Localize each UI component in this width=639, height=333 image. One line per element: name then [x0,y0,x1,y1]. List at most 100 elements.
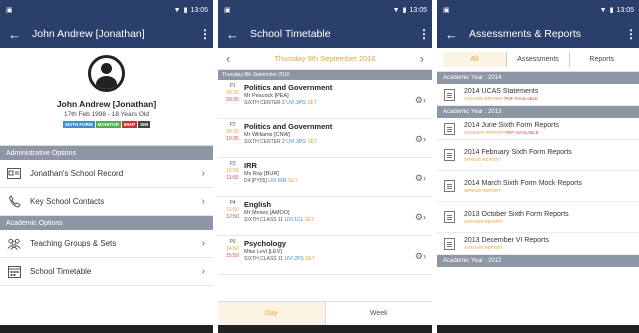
room-line: SIXTH CLASS 11 UVI.1CL SET [244,217,406,223]
page-title: Assessments & Reports [469,28,582,40]
back-arrow-icon[interactable]: ← [445,27,463,42]
tab-reports[interactable]: Reports [570,52,633,67]
section-header-admin: Administrative Options [0,146,213,160]
view-tabs: Day Week [218,301,432,325]
lesson-row[interactable]: P3 10:55 11:50 IRR Ms Ray [BUR] D4 [PY55] UVI… [218,158,432,197]
menu-item-timetable[interactable]: School Timetable › [0,258,213,286]
report-row[interactable]: 2014 March Sixth Form Mock Reports SPRING… [437,171,639,202]
section-header-academic: Academic Options [0,216,213,230]
lesson-row[interactable]: P1 09:35 09:35 Politics and Government Mr Pe… [218,80,432,119]
back-arrow-icon[interactable]: ← [226,27,244,42]
period-label: P1 [229,83,236,89]
chevron-right-icon: › [201,196,205,207]
subject-name: Psychology [244,239,287,248]
badge-row: SIXTH FORM MONITOR IMAP SMI [0,121,213,128]
report-list: Academic Year : 2014 2014 UCAS Statements… [437,72,639,267]
report-row[interactable]: 2014 UCAS Statements AUTUMN REPORT PDF AV… [437,84,639,106]
academic-year-header: Academic Year : 2012 [437,255,639,267]
report-row[interactable]: 2014 June Sixth Form Reports SUMMER REPOR… [437,118,639,140]
room-name: SIXTH CLASS 11 [244,256,284,262]
document-icon [444,237,455,250]
group-code: UVI.1CL [284,217,304,223]
report-type: REPORT [484,96,504,101]
room-name: SIXTH CENTER 2 [244,100,285,106]
pdf-available: PDF AVAILABLE [504,96,538,101]
prev-day-icon[interactable]: ‹ [226,51,230,66]
teacher-name: Miss Levi [LEV] [244,249,282,255]
report-title: 2013 October Sixth Form Reports [464,210,569,218]
period-label: P3 [229,161,236,167]
app-bar: ← School Timetable ⋮ [218,20,432,48]
document-icon [444,122,455,135]
battery-icon: ▮ [183,7,188,14]
lesson-times: P4 11:50 12:50 [224,200,241,235]
tab-day[interactable]: Day [218,302,325,325]
overflow-menu-icon[interactable]: ⋮ [418,27,430,41]
menu-item-teaching-groups[interactable]: Teaching Groups & Sets › [0,230,213,258]
end-time: 10:35 [226,136,239,142]
lesson-row[interactable]: P4 11:50 12:50 English Mr Moses [AMOO] SIXTH … [218,197,432,236]
current-date: Thursday 8th September 2016 [274,54,376,63]
nav-bar [437,325,639,333]
group-detail-icon: ⚙› [414,173,426,183]
lesson-row[interactable]: P6 14:50 15:50 Psychology Miss Levi [LEV] SIX… [218,236,432,275]
group-detail-icon: ⚙› [414,251,426,261]
group-code: UVI.3PG [286,139,306,145]
start-time: 10:55 [226,168,239,174]
student-profile-screen: ▣ ▼ ▮ 13:05 ← John Andrew [Jonathan] ⋮ Joh… [0,0,213,333]
report-type: REPORT [482,187,502,193]
document-icon [444,149,455,161]
report-row[interactable]: 2013 December VI Reports AUTUMN REPORT [437,233,639,255]
report-info: 2014 March Sixth Form Mock Reports SPRING… [464,180,633,193]
period-label: P4 [229,200,236,206]
battery-icon: ▮ [402,7,407,14]
menu-item-school-record[interactable]: Jonathan's School Record › [0,160,213,188]
page-title: John Andrew [Jonathan] [32,28,145,40]
lesson-info: Psychology Miss Levi [LEV] SIXTH CLASS 11 … [241,239,406,274]
group-detail-icon: ⚙› [414,134,426,144]
teacher-name: Mr Williams [CNW] [244,132,291,138]
tab-all[interactable]: All [443,52,506,67]
subject-name: English [244,200,272,209]
tab-assessments[interactable]: Assessments [505,52,571,67]
overflow-menu-icon[interactable]: ⋮ [199,27,211,41]
status-badge: IMAP [121,121,138,128]
report-type: REPORT [484,245,504,250]
day-header: Thursday 8th September 2016 [218,70,432,80]
menu-item-key-contacts[interactable]: Key School Contacts › [0,188,213,216]
period-label: P6 [229,239,236,245]
status-time: 13:05 [190,6,208,14]
lesson-row[interactable]: P2 09:35 10:35 Politics and Government Mr Wi… [218,119,432,158]
overflow-menu-icon[interactable]: ⋮ [625,27,637,41]
next-day-icon[interactable]: › [420,51,424,66]
report-term: AUTUMN [464,245,484,250]
report-row[interactable]: 2014 February Sixth Form Reports SPRING R… [437,140,639,171]
menu-item-label: Teaching Groups & Sets [30,239,117,248]
back-arrow-icon[interactable]: ← [8,27,26,42]
status-bar: ▣ ▼ ▮ 13:05 [218,0,432,20]
report-type: REPORT [482,156,502,162]
end-time: 15:50 [226,253,239,259]
teacher-name: Mr Peacock [PEA] [244,93,289,99]
period-label: P2 [229,122,236,128]
lesson-info: IRR Ms Ray [BUR] D4 [PY55] UVI.IRR SET [241,161,406,196]
tab-week[interactable]: Week [324,302,433,325]
report-info: 2014 UCAS Statements AUTUMN REPORT PDF AV… [464,88,633,101]
room-name: D4 [PY55] [244,178,267,184]
report-row[interactable]: 2013 October Sixth Form Reports AUTUMN RE… [437,202,639,233]
set-label: SET [304,217,315,223]
report-info: 2013 December VI Reports AUTUMN REPORT [464,237,633,250]
status-time: 13:05 [616,6,634,14]
room-line: SIXTH CENTER 2 UVI.3PG SET [244,139,406,145]
app-bar: ← Assessments & Reports ⋮ [437,20,639,48]
battery-icon: ▮ [609,7,614,14]
subject-name: Politics and Government [244,83,333,92]
lesson-info: English Mr Moses [AMOO] SIXTH CLASS 11 UVI… [241,200,406,235]
group-code: UVI.IRR [268,178,287,184]
group-detail-icon: ⚙› [414,95,426,105]
status-bar: ▣ ▼ ▮ 13:05 [0,0,213,20]
status-bar: ▣ ▼ ▮ 13:05 [437,0,639,20]
report-title: 2014 June Sixth Form Reports [464,122,559,129]
menu-item-label: Key School Contacts [30,197,105,206]
group-code: UVI.2PS [284,256,304,262]
